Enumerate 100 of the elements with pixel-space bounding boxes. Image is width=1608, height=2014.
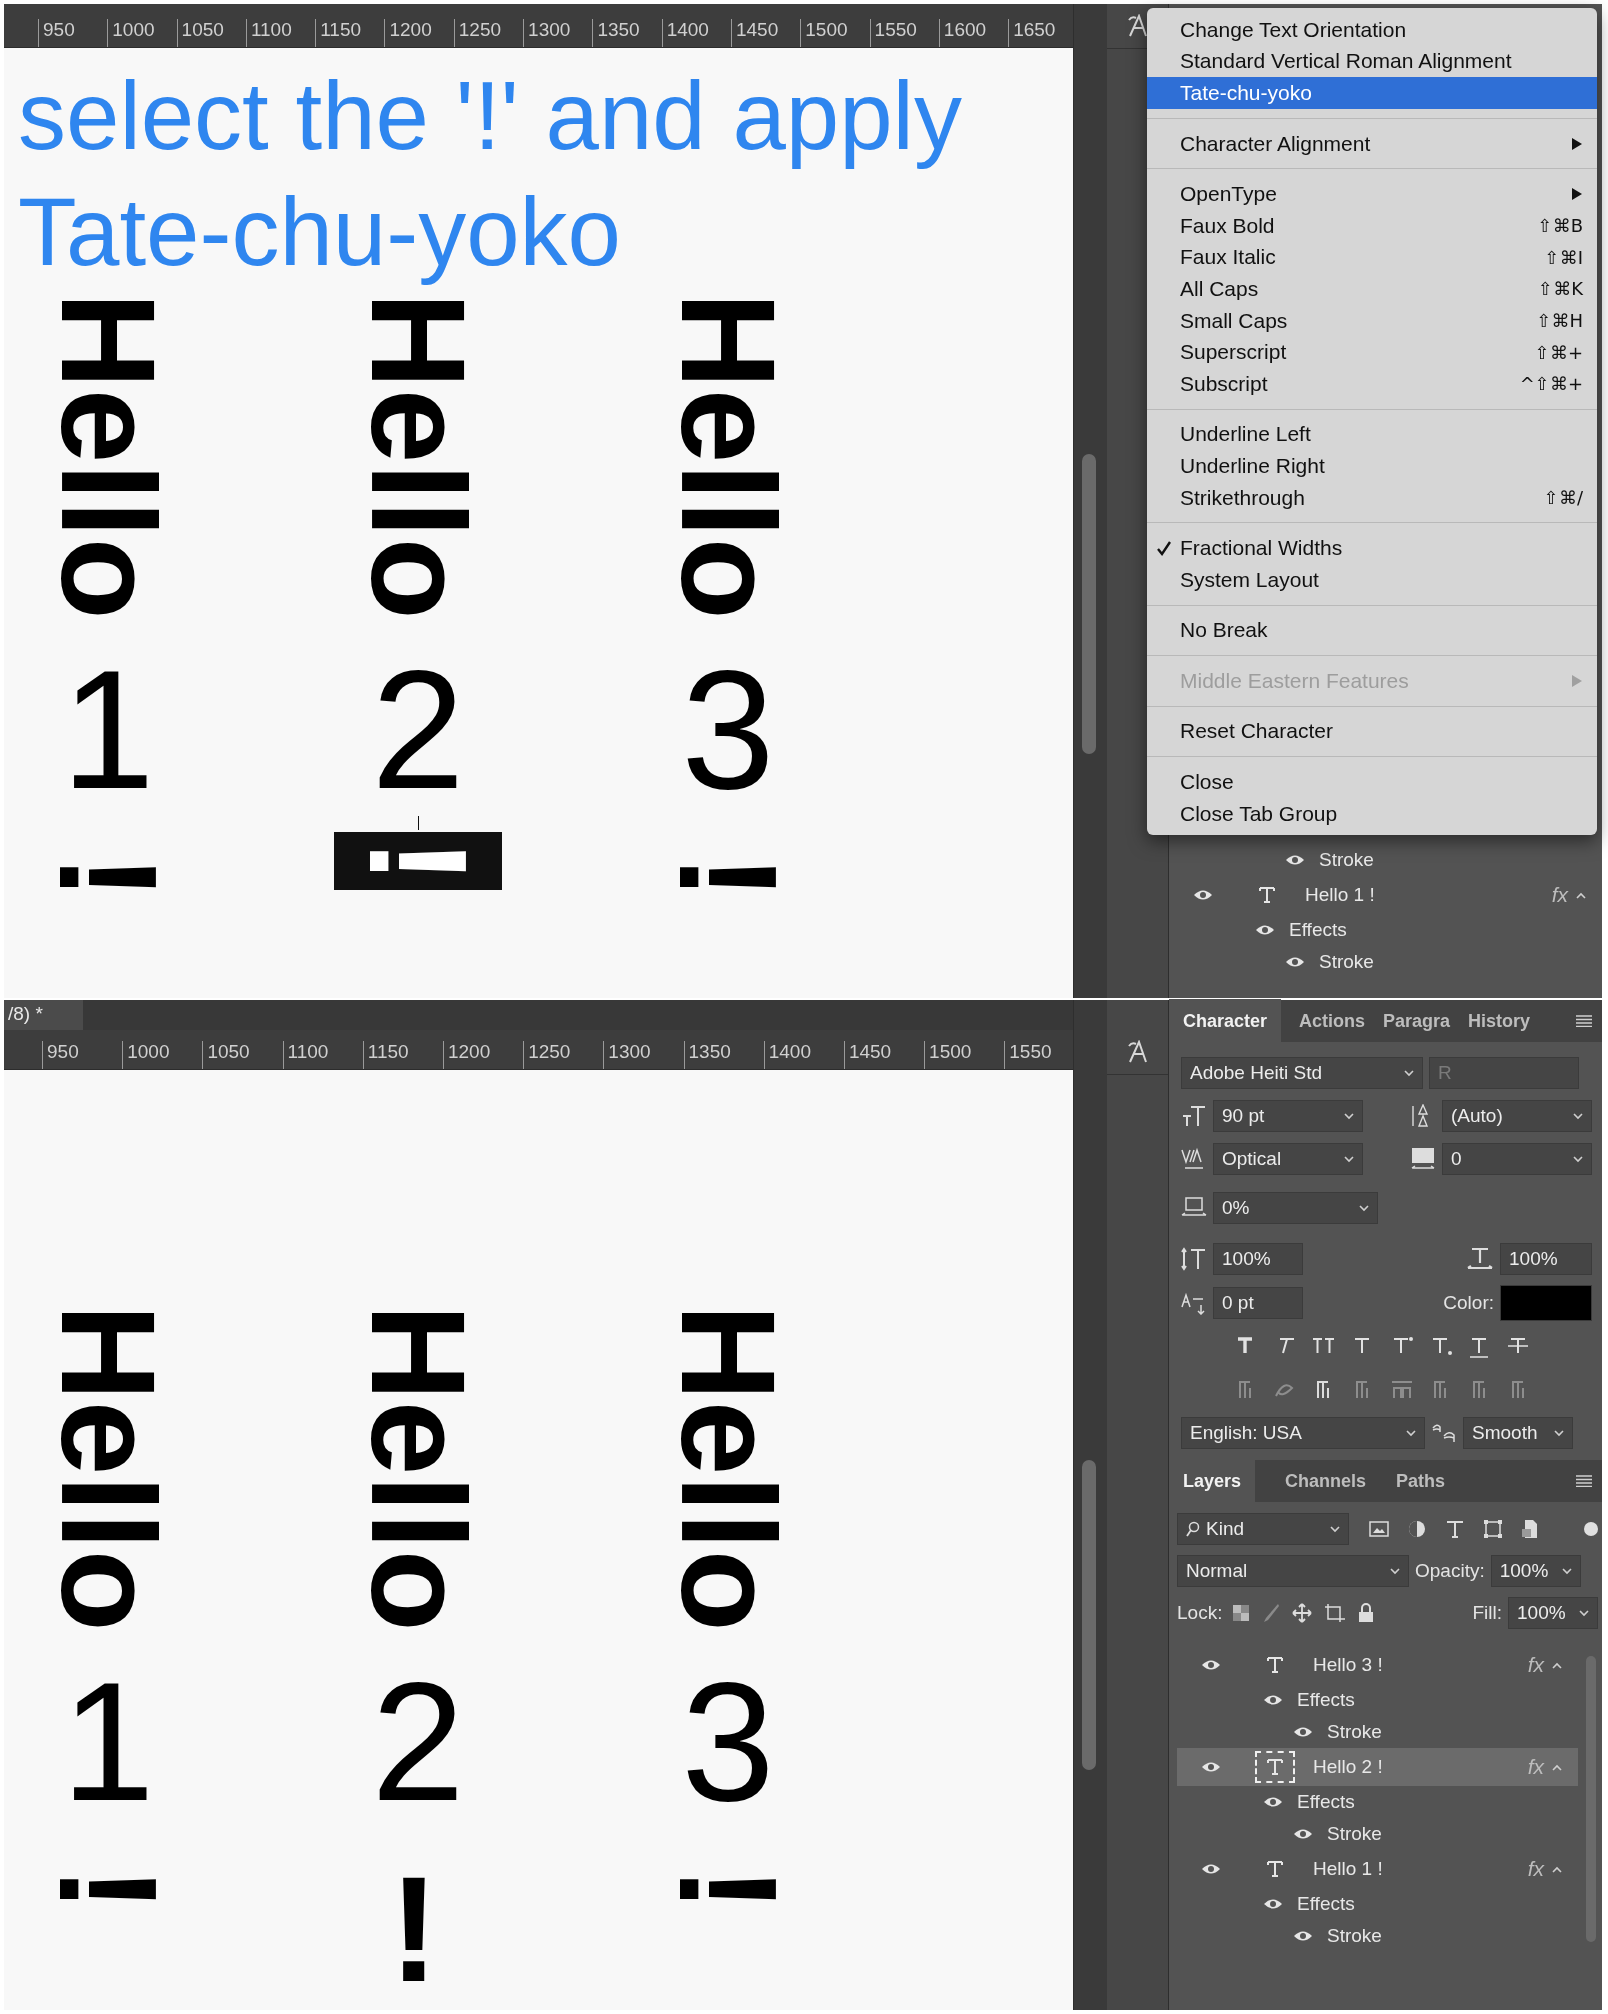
caret-icon bbox=[1561, 1567, 1572, 1575]
panel-tab[interactable]: Paths bbox=[1396, 1458, 1446, 1504]
eye-icon[interactable] bbox=[1201, 1659, 1221, 1671]
panel-tab[interactable]: Layers bbox=[1169, 1458, 1256, 1504]
panel-tab[interactable]: Channels bbox=[1285, 1458, 1367, 1504]
effect-row[interactable]: Stroke bbox=[1169, 946, 1602, 978]
effect-row[interactable]: Effects bbox=[1177, 1684, 1578, 1716]
ruler-label: 950 bbox=[38, 19, 108, 47]
menu-item[interactable]: Tate-chu-yoko bbox=[1147, 77, 1597, 109]
eye-icon[interactable] bbox=[1255, 924, 1275, 936]
ruler-label: 1350 bbox=[592, 19, 662, 47]
ruler-label: 1100 bbox=[245, 19, 316, 47]
menu-item[interactable]: Underline Right bbox=[1147, 450, 1597, 482]
eye-icon[interactable] bbox=[1285, 854, 1305, 866]
font-size-field[interactable]: 90 pt bbox=[1213, 1100, 1363, 1132]
panel-tab[interactable]: Paragra bbox=[1383, 998, 1451, 1044]
menu-item[interactable]: Close Tab Group bbox=[1147, 797, 1597, 830]
kerning-field[interactable]: Optical bbox=[1213, 1143, 1363, 1175]
menu-item[interactable]: Superscript ⇧⌘+ bbox=[1147, 336, 1597, 368]
vertical-word: Hello bbox=[661, 292, 795, 620]
layer-filter-dropdown[interactable]: Kind bbox=[1177, 1513, 1349, 1545]
layer-row[interactable]: Hello 1 ! fx bbox=[1177, 1850, 1578, 1888]
lock-transparency-icon[interactable] bbox=[1232, 1604, 1251, 1622]
smart-object-filter-icon[interactable] bbox=[1521, 1519, 1539, 1539]
eye-icon[interactable] bbox=[1285, 956, 1305, 968]
eye-icon[interactable] bbox=[1263, 1898, 1283, 1910]
ruler-label: 1250 bbox=[453, 19, 524, 47]
move-icon[interactable] bbox=[1292, 1603, 1313, 1623]
effect-row[interactable]: Stroke bbox=[1177, 1920, 1578, 1952]
font-family-dropdown[interactable]: Adobe Heiti Std bbox=[1181, 1057, 1423, 1089]
eye-icon[interactable] bbox=[1293, 1726, 1313, 1738]
panel-tab[interactable]: History bbox=[1468, 998, 1531, 1044]
menu-item[interactable]: System Layout bbox=[1147, 563, 1597, 596]
text-layer-icon bbox=[1266, 1860, 1284, 1878]
ruler-label: 1450 bbox=[843, 1041, 925, 1069]
menu-item[interactable]: No Break bbox=[1147, 614, 1597, 647]
effect-row[interactable]: Effects bbox=[1169, 914, 1602, 946]
menu-item[interactable]: Faux Italic ⇧⌘I bbox=[1147, 241, 1597, 274]
ruler-label: 1150 bbox=[362, 1041, 443, 1069]
menu-item[interactable]: Change Text Orientation bbox=[1147, 14, 1597, 46]
character-panel-icon[interactable] bbox=[1126, 14, 1149, 38]
opacity-field[interactable]: 100% bbox=[1490, 1555, 1581, 1587]
eye-icon[interactable] bbox=[1263, 1796, 1283, 1808]
effect-row[interactable]: Stroke bbox=[1177, 1716, 1578, 1748]
eye-icon[interactable] bbox=[1293, 1828, 1313, 1840]
lock-icon[interactable] bbox=[1358, 1603, 1375, 1623]
text-layer-icon bbox=[1258, 886, 1276, 904]
menu-item[interactable]: Subscript ^⇧⌘+ bbox=[1147, 367, 1597, 400]
vertical-scale-field[interactable]: 100% bbox=[1213, 1243, 1303, 1275]
color-swatch[interactable] bbox=[1500, 1285, 1592, 1321]
adjustment-filter-icon[interactable] bbox=[1407, 1519, 1427, 1539]
artboard-icon[interactable] bbox=[1324, 1603, 1347, 1623]
menu-item[interactable]: Strikethrough ⇧⌘/ bbox=[1147, 481, 1597, 514]
layer-row[interactable]: Hello 1 ! fx bbox=[1169, 876, 1602, 914]
anti-aliasing-dropdown[interactable]: Smooth bbox=[1463, 1417, 1573, 1449]
language-dropdown[interactable]: English: USA bbox=[1181, 1417, 1425, 1449]
layer-row[interactable]: Hello 2 ! fx bbox=[1177, 1748, 1578, 1786]
panel-tab[interactable]: Actions bbox=[1299, 998, 1366, 1044]
ruler-label: 1450 bbox=[730, 19, 801, 47]
document-tab[interactable]: /8) * bbox=[4, 1000, 83, 1030]
character-panel-icon[interactable] bbox=[1126, 1040, 1149, 1064]
baseline-shift-field[interactable]: 0 pt bbox=[1213, 1287, 1303, 1319]
tracking-field[interactable]: 0 bbox=[1442, 1143, 1592, 1175]
menu-icon[interactable] bbox=[1576, 1015, 1592, 1027]
menu-item[interactable]: Reset Character bbox=[1147, 715, 1597, 748]
eye-icon[interactable] bbox=[1201, 1761, 1221, 1773]
blend-mode-dropdown[interactable]: Normal bbox=[1177, 1555, 1409, 1587]
effect-row[interactable]: Stroke bbox=[1177, 1818, 1578, 1850]
eye-icon[interactable] bbox=[1201, 1863, 1221, 1875]
type-filter-icon[interactable] bbox=[1445, 1519, 1465, 1539]
menu-icon[interactable] bbox=[1576, 1475, 1592, 1487]
effect-row[interactable]: Effects bbox=[1177, 1786, 1578, 1818]
eye-icon[interactable] bbox=[1193, 889, 1213, 901]
fill-field[interactable]: 100% bbox=[1508, 1597, 1598, 1629]
shape-filter-icon[interactable] bbox=[1483, 1519, 1503, 1539]
menu-item[interactable]: Small Caps ⇧⌘H bbox=[1147, 304, 1597, 337]
horizontal-scale-field[interactable]: 100% bbox=[1500, 1243, 1592, 1275]
menu-item[interactable]: Faux Bold ⇧⌘B bbox=[1147, 209, 1597, 242]
scrollbar-thumb[interactable] bbox=[1082, 1460, 1096, 1770]
tsume-field[interactable]: 0% bbox=[1213, 1192, 1378, 1224]
layer-row[interactable]: Hello 3 ! fx bbox=[1177, 1646, 1578, 1684]
leading-field[interactable]: (Auto) bbox=[1442, 1100, 1592, 1132]
menu-item[interactable]: Underline Left bbox=[1147, 418, 1597, 451]
filter-toggle[interactable] bbox=[1584, 1522, 1598, 1536]
image-filter-icon[interactable] bbox=[1369, 1520, 1389, 1538]
eye-icon[interactable] bbox=[1263, 1694, 1283, 1706]
menu-item[interactable]: Character Alignment bbox=[1147, 127, 1597, 160]
menu-item[interactable]: Close bbox=[1147, 766, 1597, 798]
effect-row[interactable]: Stroke bbox=[1169, 844, 1602, 876]
scrollbar-thumb[interactable] bbox=[1082, 454, 1096, 754]
effect-row[interactable]: Effects bbox=[1177, 1888, 1578, 1920]
menu-item[interactable]: Fractional Widths bbox=[1147, 532, 1597, 564]
menu-item[interactable]: Standard Vertical Roman Alignment bbox=[1147, 45, 1597, 78]
ruler-label: 1200 bbox=[442, 1041, 524, 1069]
selected-exclamation: ! bbox=[334, 831, 502, 891]
menu-item[interactable]: OpenType bbox=[1147, 178, 1597, 210]
eye-icon[interactable] bbox=[1293, 1930, 1313, 1942]
menu-item[interactable]: All Caps ⇧⌘K bbox=[1147, 273, 1597, 305]
panel-tab[interactable]: Character bbox=[1169, 998, 1282, 1044]
effect-name: Effects bbox=[1297, 1791, 1355, 1813]
